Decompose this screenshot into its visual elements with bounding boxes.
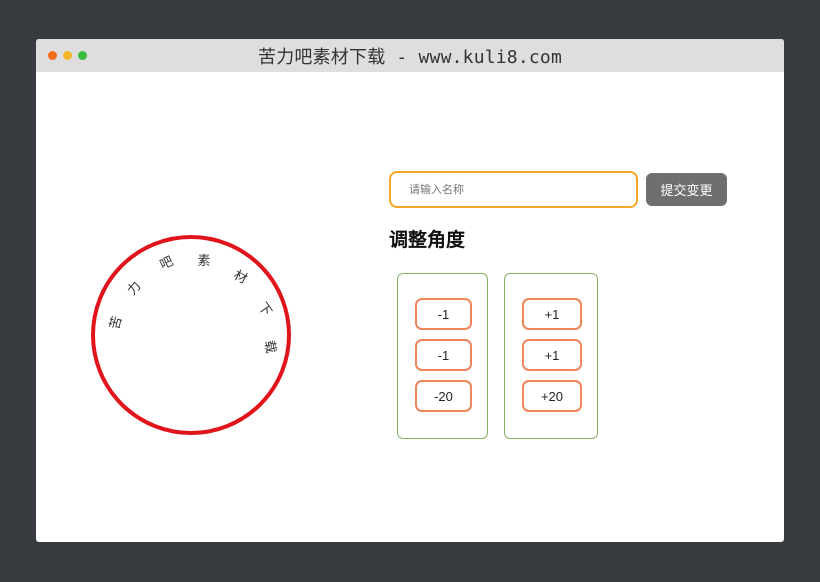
seal-char: 下 [254,300,275,320]
page-content: 苦 力 吧 素 材 下 载 提交变更 调整角度 -1 -1 -20 +1 +1 … [36,72,784,542]
circular-seal: 苦 力 吧 素 材 下 载 [91,235,291,435]
adjust-angle-heading: 调整角度 [389,229,466,251]
decrease-1-button[interactable]: -1 [415,298,472,330]
seal-char: 素 [197,254,211,269]
increase-1-button[interactable]: +1 [522,339,582,371]
seal-char: 力 [124,278,145,299]
title-bar: 苦力吧素材下载 - www.kuli8.com [36,39,784,72]
seal-char: 材 [230,267,250,288]
increase-angle-group: +1 +1 +20 [504,273,598,439]
submit-changes-button[interactable]: 提交变更 [646,173,727,206]
seal-char: 吧 [157,254,176,274]
window-title: 苦力吧素材下载 - www.kuli8.com [258,47,562,68]
name-input[interactable] [389,171,638,208]
browser-window: 苦力吧素材下载 - www.kuli8.com 苦 力 吧 素 材 下 载 提交… [36,39,784,542]
seal-char: 苦 [107,314,126,332]
decrease-1-button[interactable]: -1 [415,339,472,371]
decrease-20-button[interactable]: -20 [415,380,472,412]
decrease-angle-group: -1 -1 -20 [397,273,488,439]
increase-20-button[interactable]: +20 [522,380,582,412]
increase-1-button[interactable]: +1 [522,298,582,330]
seal-char: 载 [260,339,279,355]
